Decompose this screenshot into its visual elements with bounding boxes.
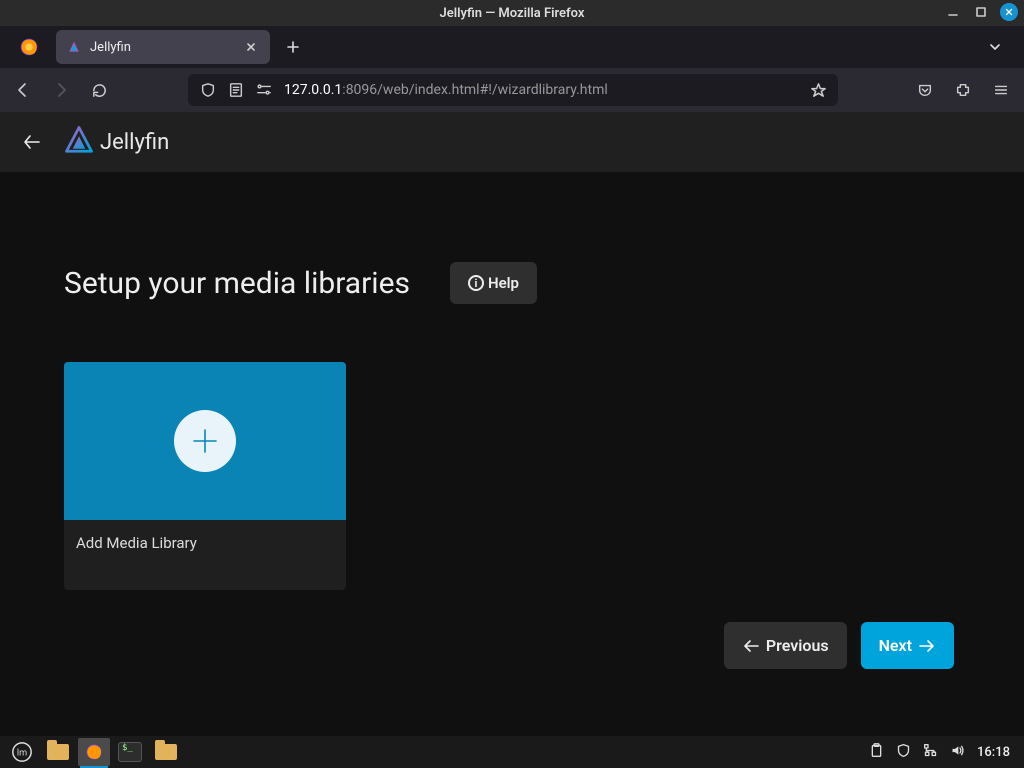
info-icon: i xyxy=(468,275,484,291)
jellyfin-favicon-icon xyxy=(66,39,82,55)
url-text: 127.0.0.1:8096/web/index.html#!/wizardli… xyxy=(284,82,804,98)
app-header: Jellyfin xyxy=(0,112,1024,172)
add-card-label: Add Media Library xyxy=(64,520,346,590)
svg-text:lm: lm xyxy=(17,749,27,759)
window-title: Jellyfin — Mozilla Firefox xyxy=(440,6,585,21)
tray-network-icon[interactable] xyxy=(923,743,938,762)
next-button[interactable]: Next xyxy=(861,622,954,669)
new-tab-button[interactable] xyxy=(278,32,308,62)
help-button-label: Help xyxy=(488,274,519,292)
add-card-hero xyxy=(64,362,346,520)
extensions-icon[interactable] xyxy=(946,73,980,107)
nav-forward-button[interactable] xyxy=(44,73,78,107)
tab-close-button[interactable] xyxy=(242,38,260,56)
taskbar-files-pinned[interactable] xyxy=(42,738,74,766)
app-back-button[interactable] xyxy=(16,126,48,158)
window-minimize-button[interactable] xyxy=(944,3,962,21)
plus-circle-icon xyxy=(174,410,236,472)
url-bar[interactable]: 127.0.0.1:8096/web/index.html#!/wizardli… xyxy=(188,74,838,106)
start-menu-button[interactable]: lm xyxy=(6,738,38,766)
wizard-nav: Previous Next xyxy=(0,622,1024,669)
tray-clock[interactable]: 16:18 xyxy=(977,745,1010,760)
browser-tab-bar: Jellyfin xyxy=(0,26,1024,68)
browser-tab[interactable]: Jellyfin xyxy=(56,30,270,64)
taskbar-firefox-running[interactable] xyxy=(78,738,110,766)
window-titlebar: Jellyfin — Mozilla Firefox xyxy=(0,0,1024,26)
browser-tab-title: Jellyfin xyxy=(90,40,242,55)
page-title: Setup your media libraries xyxy=(64,266,410,301)
app-menu-button[interactable] xyxy=(984,73,1018,107)
app-brand: Jellyfin xyxy=(64,125,169,159)
system-tray: 16:18 xyxy=(869,743,1018,762)
pocket-icon[interactable] xyxy=(908,73,942,107)
next-button-label: Next xyxy=(879,636,912,655)
all-tabs-button[interactable] xyxy=(980,32,1010,62)
window-close-button[interactable] xyxy=(1000,3,1018,21)
browser-nav-bar: 127.0.0.1:8096/web/index.html#!/wizardli… xyxy=(0,68,1024,112)
help-button[interactable]: i Help xyxy=(450,262,537,304)
os-taskbar: lm 16:18 xyxy=(0,736,1024,768)
taskbar-terminal-pinned[interactable] xyxy=(114,738,146,766)
tray-shield-icon[interactable] xyxy=(896,743,911,762)
tray-clipboard-icon[interactable] xyxy=(869,743,884,762)
url-host: 127.0.0.1 xyxy=(284,82,342,98)
nav-reload-button[interactable] xyxy=(82,73,116,107)
wizard-page: Setup your media libraries i Help Add Me… xyxy=(0,172,1024,590)
jellyfin-logo-icon xyxy=(64,125,94,159)
page-info-icon[interactable] xyxy=(224,78,248,102)
add-media-library-card[interactable]: Add Media Library xyxy=(64,362,346,590)
permissions-icon[interactable] xyxy=(252,78,276,102)
tray-volume-icon[interactable] xyxy=(950,743,965,762)
previous-button[interactable]: Previous xyxy=(724,622,847,669)
window-maximize-button[interactable] xyxy=(972,3,990,21)
firefox-logo-icon xyxy=(14,32,44,62)
url-path: :8096/web/index.html#!/wizardlibrary.htm… xyxy=(342,82,607,98)
app-brand-name: Jellyfin xyxy=(100,130,169,155)
nav-back-button[interactable] xyxy=(6,73,40,107)
bookmark-star-icon[interactable] xyxy=(806,78,830,102)
shield-icon[interactable] xyxy=(196,78,220,102)
previous-button-label: Previous xyxy=(766,636,829,655)
taskbar-files-2[interactable] xyxy=(150,738,182,766)
